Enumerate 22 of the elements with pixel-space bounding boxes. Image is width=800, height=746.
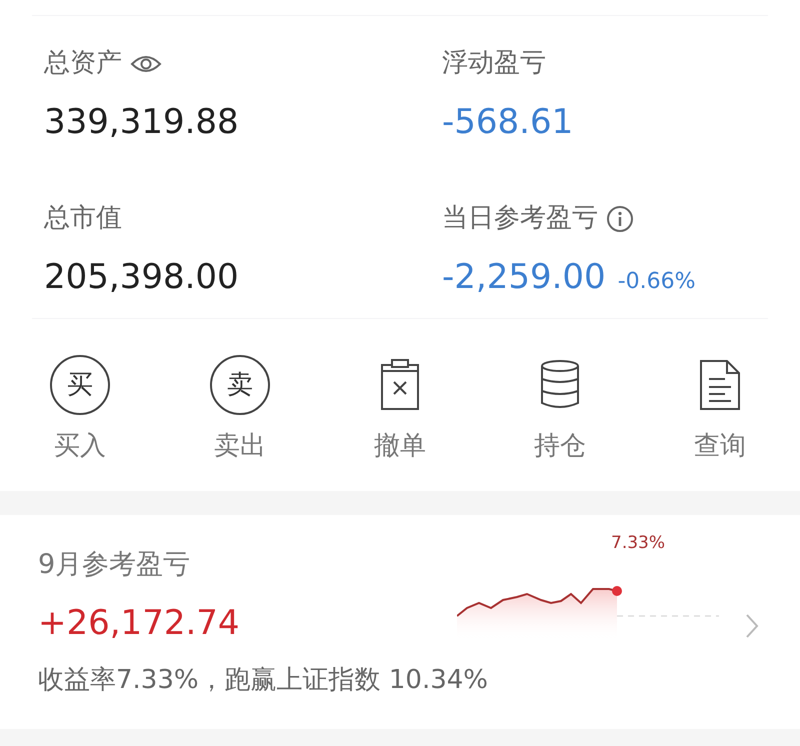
database-icon[interactable]: [539, 359, 581, 411]
action-button[interactable]: 卖出: [214, 427, 266, 466]
info-icon[interactable]: [606, 204, 634, 232]
month-profit: +26,172.74: [38, 602, 240, 644]
stat-value: -568.61: [442, 101, 574, 144]
document-icon[interactable]: [699, 359, 741, 411]
month-title: 9月参考盈亏: [38, 548, 190, 582]
action-button[interactable]: 持仓: [534, 427, 586, 466]
stat-label: 总市值: [44, 202, 122, 235]
action-button[interactable]: 查询: [694, 427, 746, 466]
action-button[interactable]: 买入: [54, 427, 106, 466]
stat-label: 当日参考盈亏: [442, 202, 598, 235]
sparkline-label: 7.33%: [611, 532, 666, 555]
stat-label: 总资产: [44, 47, 122, 80]
return-note: 收益率7.33%，跑赢上证指数 10.34%: [38, 664, 488, 696]
stat-value: -2,259.00: [442, 256, 606, 299]
stat-value: 339,319.88: [44, 101, 239, 144]
stat-label: 浮动盈亏: [442, 47, 546, 80]
clipboard-x-icon[interactable]: [380, 359, 420, 411]
action-button[interactable]: 撤单: [374, 427, 426, 466]
change-percent: -0.66%: [618, 268, 696, 296]
stat-value: 205,398.00: [44, 256, 239, 299]
